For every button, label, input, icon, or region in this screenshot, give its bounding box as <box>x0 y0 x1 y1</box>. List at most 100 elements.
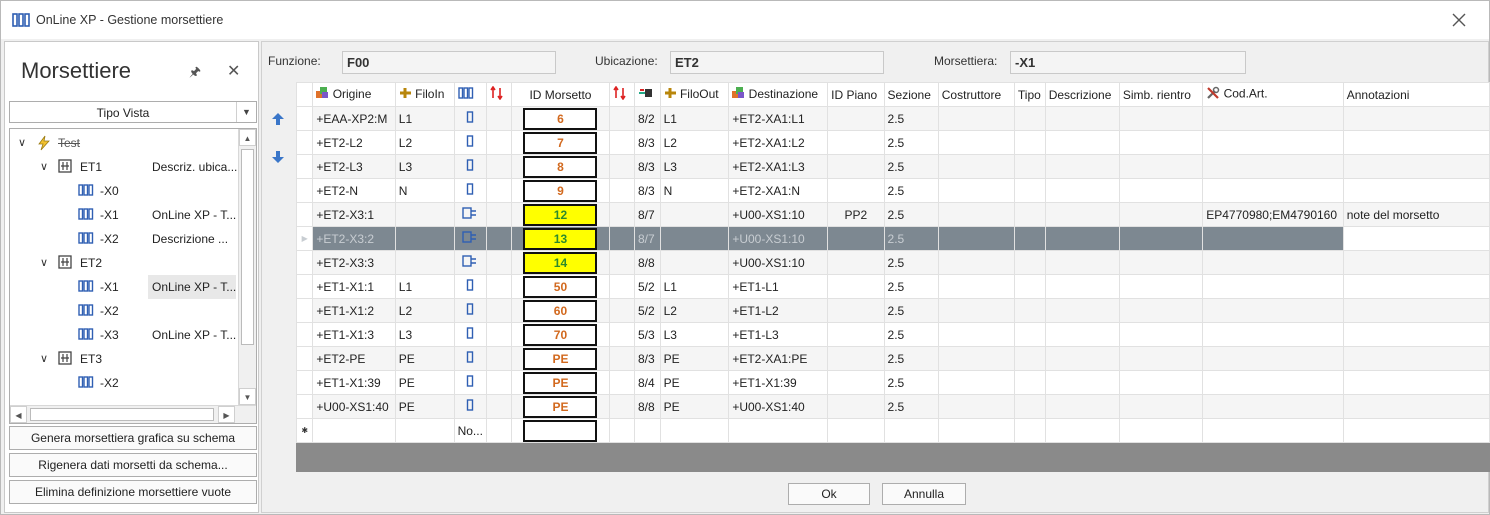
cell-cod-art[interactable]: EP4770980;EM4790160 <box>1202 202 1344 227</box>
view-type-dropdown[interactable]: Tipo Vista ▼ <box>9 101 257 123</box>
new-row-asterisk[interactable]: ✱ <box>295 418 314 443</box>
cell-sort-a[interactable] <box>485 322 513 347</box>
table-row[interactable]: ▶ +ET2-X3:2 13 8/7 +U00-XS1:10 2.5 <box>295 226 1490 251</box>
cell-simb-rientro[interactable] <box>1118 394 1204 419</box>
cell-sort-b[interactable] <box>608 274 635 299</box>
empty-cell[interactable] <box>1342 418 1490 443</box>
cell-pos[interactable]: 8/3 <box>633 346 661 371</box>
cell-tipo[interactable] <box>1013 250 1046 275</box>
cell-filoin[interactable]: PE <box>394 346 455 371</box>
col-filoout[interactable]: FiloOut <box>659 82 730 107</box>
cell-tipo[interactable] <box>1013 178 1046 203</box>
table-row[interactable]: +ET2-L3 L3 8 8/3 L3 +ET2-XA1:L3 2.5 <box>295 154 1490 179</box>
cell-sort-a[interactable] <box>485 250 513 275</box>
cell-sort-b[interactable] <box>608 298 635 323</box>
cell-id-piano[interactable] <box>827 106 885 131</box>
cell-sezione[interactable]: 2.5 <box>883 130 939 155</box>
cell-annotazioni[interactable] <box>1342 106 1490 131</box>
cell-id-piano[interactable] <box>827 130 885 155</box>
cell-sort-a[interactable] <box>485 226 513 251</box>
cell-sort-a[interactable] <box>485 178 513 203</box>
cell-pos[interactable]: 8/7 <box>633 226 661 251</box>
cell-symbol[interactable] <box>453 178 487 203</box>
cell-descrizione[interactable] <box>1044 298 1120 323</box>
cell-filoout[interactable] <box>659 250 730 275</box>
cell-filoout[interactable] <box>659 226 730 251</box>
scroll-thumb[interactable] <box>241 149 254 345</box>
cell-destinazione[interactable]: +ET2-XA1:L1 <box>728 106 829 131</box>
cell-id-morsetto[interactable]: 13 <box>511 226 610 251</box>
cell-sezione[interactable]: 2.5 <box>883 370 939 395</box>
cell-id-morsetto[interactable]: PE <box>511 346 610 371</box>
cell-id-morsetto[interactable]: 7 <box>511 130 610 155</box>
cell-pos[interactable]: 8/3 <box>633 154 661 179</box>
row-indicator[interactable] <box>295 130 314 155</box>
cell-id-morsetto[interactable]: 12 <box>511 202 610 227</box>
collapse-chevron-icon[interactable]: ∨ <box>40 155 48 179</box>
cell-sort-b[interactable] <box>608 226 635 251</box>
cell-sort-b[interactable] <box>608 202 635 227</box>
cell-costruttore[interactable] <box>937 226 1015 251</box>
cell-sezione[interactable]: 2.5 <box>883 202 939 227</box>
cell-pos[interactable]: 5/2 <box>633 298 661 323</box>
table-row[interactable]: +U00-XS1:40 PE PE 8/8 PE +U00-XS1:40 2.5 <box>295 394 1490 419</box>
cell-sezione[interactable]: 2.5 <box>883 154 939 179</box>
cell-simb-rientro[interactable] <box>1118 106 1204 131</box>
col-id-piano[interactable]: ID Piano <box>827 82 885 107</box>
ubicazione-field[interactable]: ET2 <box>670 51 884 74</box>
cell-symbol[interactable] <box>453 370 487 395</box>
cell-origine[interactable]: +ET2-L3 <box>312 154 396 179</box>
col-destinazione[interactable]: Destinazione <box>728 82 829 107</box>
cell-sort-b[interactable] <box>608 130 635 155</box>
new-row[interactable]: ✱ No... <box>295 418 1490 443</box>
col-sezione[interactable]: Sezione <box>883 82 939 107</box>
cell-destinazione[interactable]: +ET2-XA1:N <box>728 178 829 203</box>
cell-pos[interactable]: 8/2 <box>633 106 661 131</box>
terminal-id-box[interactable]: PE <box>523 371 598 394</box>
cell-tipo[interactable] <box>1013 394 1046 419</box>
funzione-field[interactable]: F00 <box>342 51 556 74</box>
empty-cell[interactable] <box>728 418 829 443</box>
row-indicator[interactable] <box>295 106 314 131</box>
cell-cod-art[interactable] <box>1202 154 1344 179</box>
tree-node-term[interactable]: -X0 <box>10 179 238 203</box>
cell-symbol[interactable] <box>453 298 487 323</box>
tree-node-term[interactable]: -X2 Descrizione ... <box>10 227 238 251</box>
col-costruttore[interactable]: Costruttore <box>937 82 1015 107</box>
move-up-icon[interactable] <box>271 112 285 129</box>
regenerate-data-button[interactable]: Rigenera dati morsetti da schema... <box>9 453 257 477</box>
cell-symbol[interactable] <box>453 130 487 155</box>
cell-id-morsetto[interactable]: 14 <box>511 250 610 275</box>
col-tipo[interactable]: Tipo <box>1013 82 1046 107</box>
collapse-chevron-icon[interactable]: ∨ <box>40 347 48 371</box>
cell-destinazione[interactable]: +U00-XS1:10 <box>728 226 829 251</box>
cell-destinazione[interactable]: +ET2-XA1:PE <box>728 346 829 371</box>
cell-origine[interactable]: +ET2-X3:3 <box>312 250 396 275</box>
table-row[interactable]: +ET2-N N 9 8/3 N +ET2-XA1:N 2.5 <box>295 178 1490 203</box>
cell-origine[interactable]: +U00-XS1:40 <box>312 394 396 419</box>
col-cod-art[interactable]: Cod.Art. <box>1202 82 1344 107</box>
cell-tipo[interactable] <box>1013 106 1046 131</box>
cell-sezione[interactable]: 2.5 <box>883 226 939 251</box>
cell-descrizione[interactable] <box>1044 370 1120 395</box>
cell-tipo[interactable] <box>1013 130 1046 155</box>
cell-sort-a[interactable] <box>485 274 513 299</box>
cell-cod-art[interactable] <box>1202 274 1344 299</box>
cell-cod-art[interactable] <box>1202 298 1344 323</box>
cell-annotazioni[interactable] <box>1342 154 1490 179</box>
cell-costruttore[interactable] <box>937 274 1015 299</box>
collapse-chevron-icon[interactable]: ∨ <box>40 251 48 275</box>
cell-filoout[interactable]: L2 <box>659 130 730 155</box>
tree-vertical-scrollbar[interactable]: ▲ ▼ <box>238 129 256 405</box>
cell-filoin[interactable] <box>394 202 455 227</box>
cell-filoin[interactable]: L2 <box>394 130 455 155</box>
cell-filoin[interactable]: L2 <box>394 298 455 323</box>
tree-node-term[interactable]: -X1 OnLine XP - T... <box>10 203 238 227</box>
cell-annotazioni[interactable] <box>1342 130 1490 155</box>
empty-cell[interactable] <box>827 418 885 443</box>
cell-filoin[interactable] <box>394 250 455 275</box>
cell-filoin[interactable]: L1 <box>394 274 455 299</box>
cell-tipo[interactable] <box>1013 226 1046 251</box>
cell-annotazioni[interactable] <box>1342 394 1490 419</box>
cell-sort-a[interactable] <box>485 394 513 419</box>
